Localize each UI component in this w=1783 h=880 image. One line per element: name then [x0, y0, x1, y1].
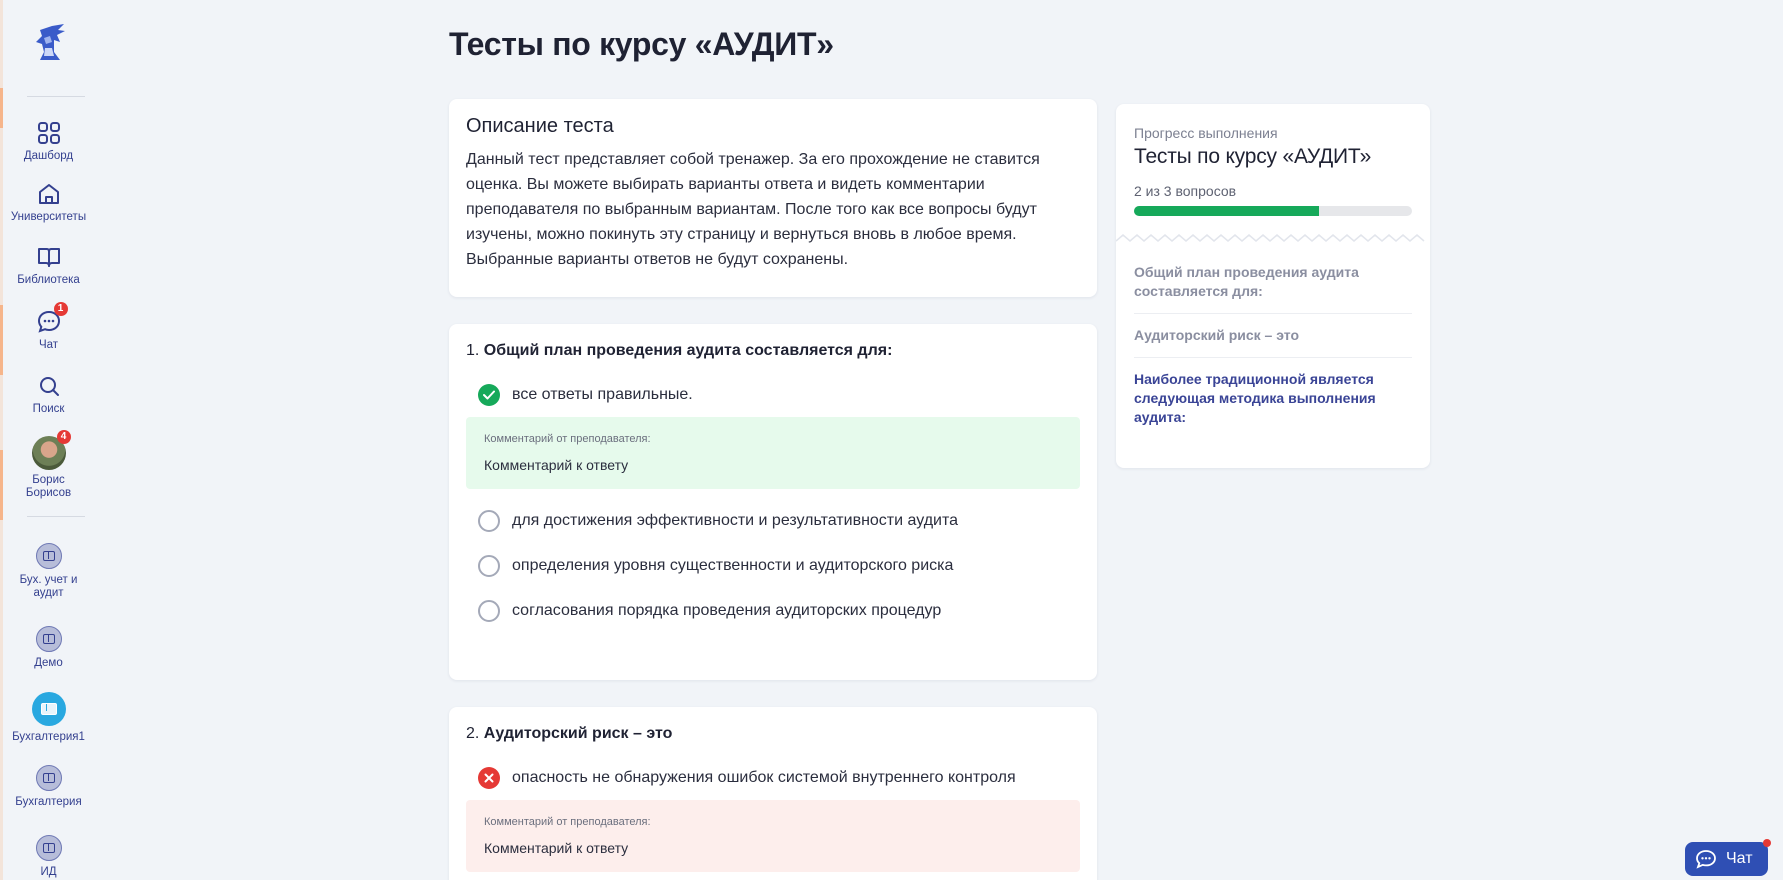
radio-button[interactable] [478, 509, 500, 532]
nav-label: Чат [38, 339, 59, 351]
question-title: 2. Аудиторский риск – это [466, 725, 1080, 743]
progress-subtitle: Прогресс выполнения [1134, 125, 1278, 141]
answer-selected[interactable]: все ответы правильные. [466, 372, 1080, 417]
answer-option[interactable]: согласования порядка проведения аудиторс… [466, 588, 1080, 633]
chat-button-label: Чат [1726, 850, 1753, 867]
divider [27, 96, 85, 97]
nav-label: Университеты [10, 211, 87, 223]
divider [27, 516, 85, 517]
question-card-2: 2. Аудиторский риск – это опасность не о… [449, 707, 1097, 880]
question-text: Общий план проведения аудита составляетс… [483, 342, 893, 359]
comment-label: Комментарий от преподавателя: [484, 433, 651, 445]
course-label: Бухгалтерия1 [12, 731, 85, 743]
chat-badge: 1 [53, 302, 68, 316]
course-label: Демо [34, 657, 63, 669]
answer-option[interactable]: для достижения эффективности и результат… [466, 498, 1080, 543]
progress-title: Тесты по курсу «АУДИТ» [1134, 145, 1372, 168]
chat-button[interactable]: Чат [1685, 839, 1771, 876]
progress-count: 2 из 3 вопросов [1134, 183, 1237, 199]
teacher-comment: Комментарий от преподавателя: Комментари… [466, 800, 1080, 872]
check-icon [478, 383, 500, 406]
answer-text: для достижения эффективности и результат… [512, 511, 959, 529]
nav-universities[interactable]: Университеты [0, 181, 97, 224]
course-icon [35, 765, 62, 791]
sidebar: Дашборд Университеты Библиотека 1 Чат По… [0, 0, 97, 880]
answer-text: опасность не обнаружения ошибок системой… [512, 768, 1016, 786]
user-name: Борис Борисов [25, 474, 72, 499]
zigzag-divider [1116, 234, 1425, 242]
comment-text: Комментарий к ответу [484, 457, 629, 473]
course-icon [35, 626, 62, 652]
nav-dashboard[interactable]: Дашборд [0, 120, 97, 163]
progress-bar [1134, 206, 1412, 216]
course-icon [35, 543, 62, 569]
course-label: ИД [40, 866, 57, 878]
progress-card: Прогресс выполнения Тесты по курсу «АУДИ… [1116, 104, 1430, 468]
course-demo[interactable]: Демо [0, 626, 97, 670]
chat-bubble-icon [1696, 850, 1716, 869]
answer-text: все ответы правильные. [512, 385, 693, 403]
chat-icon: 1 [36, 302, 68, 335]
course-icon [31, 692, 66, 726]
progress-question-link[interactable]: Наиболее традиционной является следующая… [1134, 358, 1412, 439]
dashboard-icon [36, 120, 62, 146]
radio-button[interactable] [478, 599, 500, 622]
nav-search[interactable]: Поиск [0, 373, 97, 416]
question-card-1: 1. Общий план проведения аудита составля… [449, 324, 1097, 680]
course-id[interactable]: ИД [0, 835, 97, 879]
progress-header: Прогресс выполнения Тесты по курсу «АУДИ… [1116, 104, 1430, 242]
question-text: Аудиторский риск – это [483, 725, 673, 742]
nav-label: Библиотека [17, 274, 80, 286]
question-number: 1. [466, 342, 480, 359]
answer-selected[interactable]: опасность не обнаружения ошибок системой… [466, 755, 1080, 800]
course-icon [35, 835, 62, 861]
profile-badge: 4 [56, 430, 71, 444]
notification-dot [1763, 839, 1771, 847]
description-text: Данный тест представляет собой тренажер.… [466, 151, 1040, 268]
comment-label: Комментарий от преподавателя: [484, 816, 651, 828]
avatar: 4 [31, 430, 71, 470]
course-label: Бухгалтерия [15, 796, 82, 808]
nav-label: Дашборд [23, 150, 74, 162]
answer-text: определения уровня существенности и ауди… [512, 556, 954, 574]
radio-button[interactable] [478, 554, 500, 577]
course-buh[interactable]: Бухгалтерия [0, 765, 97, 809]
nav-library[interactable]: Библиотека [0, 244, 97, 287]
search-icon [36, 373, 62, 399]
nav-profile[interactable]: 4 Борис Борисов [0, 430, 97, 500]
nav-chat[interactable]: 1 Чат [0, 302, 97, 352]
answer-text: согласования порядка проведения аудиторс… [512, 601, 942, 619]
book-icon [36, 244, 62, 270]
description-card: Описание теста Данный тест представляет … [449, 99, 1097, 297]
progress-question-link[interactable]: Аудиторский риск – это [1134, 314, 1412, 358]
description-heading: Описание теста [466, 115, 614, 137]
home-icon [36, 181, 62, 207]
answer-option[interactable]: определения уровня существенности и ауди… [466, 543, 1080, 588]
comment-text: Комментарий к ответу [484, 840, 629, 856]
progress-question-list: Общий план проведения аудита составляетс… [1116, 239, 1430, 439]
nav-label: Поиск [32, 403, 65, 415]
progress-bar-fill [1134, 206, 1320, 216]
teacher-comment: Комментарий от преподавателя: Комментари… [466, 417, 1080, 489]
course-buh1[interactable]: Бухгалтерия1 [0, 692, 97, 744]
course-buh-audit[interactable]: Бух. учет и аудит [0, 543, 97, 600]
cross-icon [478, 766, 500, 789]
course-label: Бух. учет и аудит [19, 574, 78, 599]
question-title: 1. Общий план проведения аудита составля… [466, 342, 1080, 360]
progress-question-link[interactable]: Общий план проведения аудита составляетс… [1134, 251, 1412, 314]
question-number: 2. [466, 725, 480, 742]
logo-icon[interactable] [30, 22, 68, 62]
page-title: Тесты по курсу «АУДИТ» [449, 26, 834, 62]
